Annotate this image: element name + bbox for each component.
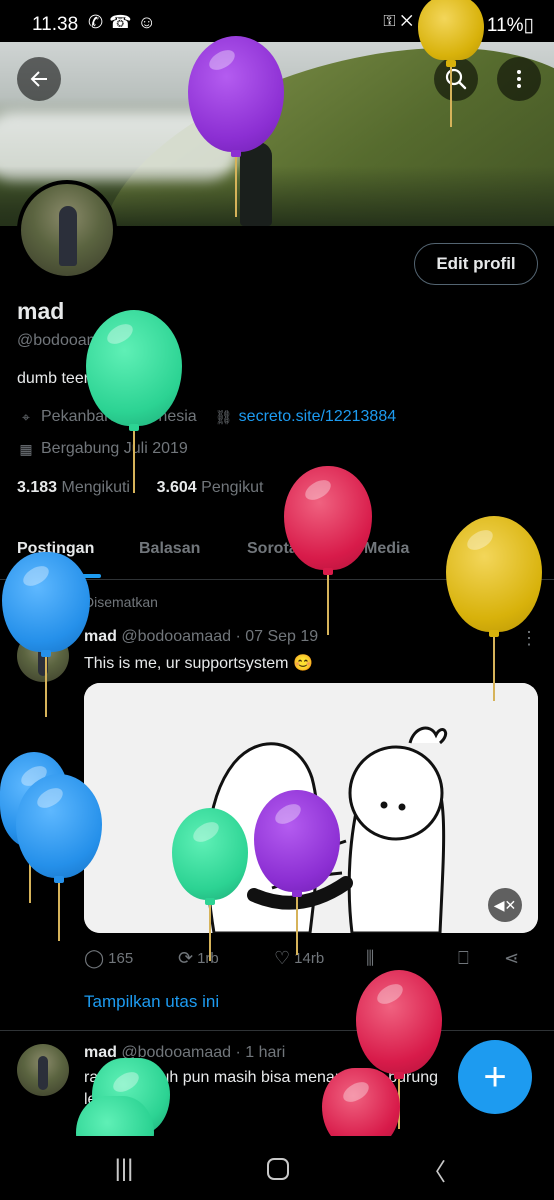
- profile-meta-location-row: ⌖ Pekanbaru, Indonesia ⛓ secreto.site/12…: [17, 408, 396, 426]
- status-right-icons: ⚿✕▮⇅▮: [383, 13, 470, 31]
- follow-stats: 3.183 Mengikuti 3.604 Pengikut: [17, 479, 263, 497]
- profile-website-link[interactable]: secreto.site/12213884: [239, 408, 396, 426]
- more-vertical-icon: [517, 70, 521, 88]
- reply-icon: ◯: [84, 948, 105, 968]
- second-post-text-line1: ranting rapuh pun masih bisa menampung b…: [84, 1069, 439, 1086]
- signal-icon: ▮: [452, 13, 470, 30]
- system-navigation-bar: ||| 〈: [0, 1136, 554, 1200]
- share-icon: ⋖: [504, 948, 520, 968]
- post-more-button[interactable]: ⋮: [520, 628, 538, 649]
- followers-link[interactable]: 3.604 Pengikut: [157, 479, 264, 496]
- post-media-video[interactable]: [84, 683, 538, 933]
- missed-call-icon: ☎: [109, 12, 138, 32]
- second-post-text-line2: lelah: [84, 1091, 118, 1108]
- profile-location: Pekanbaru, Indonesia: [41, 408, 197, 425]
- chevron-left-icon: 〈: [422, 1158, 446, 1186]
- system-back-button[interactable]: 〈: [414, 1154, 454, 1186]
- arrow-left-icon: [30, 71, 47, 87]
- profile-display-name: mad: [17, 298, 65, 324]
- pinned-post-text: This is me, ur supportsystem 😊: [84, 655, 313, 672]
- profile-bio: dumb teen boi.: [17, 370, 123, 387]
- mute-icon: ✕: [400, 13, 418, 30]
- avatar-figure: [38, 1056, 48, 1090]
- repost-button[interactable]: ⟳ 1rb: [178, 948, 219, 969]
- profile-handle: @bodooamaad: [17, 332, 127, 349]
- second-post-avatar[interactable]: [17, 1044, 69, 1096]
- like-button[interactable]: ♡ 14rb: [274, 948, 324, 969]
- video-illustration: [84, 683, 538, 933]
- post-author-handle[interactable]: @bodooamaad: [121, 628, 231, 645]
- tab-media[interactable]: Media: [364, 540, 409, 558]
- status-time: 11.38: [32, 14, 79, 35]
- search-button[interactable]: [434, 57, 478, 101]
- bookmark-button[interactable]: ⎕: [458, 948, 473, 969]
- speaker-muted-icon: ◀✕: [493, 896, 517, 913]
- repost-count: 1rb: [197, 950, 219, 967]
- profile-tabs: Postingan Balasan Sorotan Media Suka: [0, 528, 554, 580]
- banner-person: [240, 142, 272, 226]
- search-icon: [445, 68, 467, 90]
- pin-icon: 📌: [59, 594, 76, 609]
- signal-icon: ▮: [417, 13, 435, 30]
- link-icon: ⛓: [214, 408, 233, 425]
- edit-profile-button[interactable]: Edit profil: [414, 243, 538, 285]
- profile-meta-joined-row: ▦ Bergabung Juli 2019: [17, 440, 188, 458]
- post-author-name[interactable]: mad: [84, 628, 117, 645]
- following-link[interactable]: 3.183 Mengikuti: [17, 479, 130, 496]
- recents-icon: |||: [114, 1155, 134, 1182]
- tab-sorotan[interactable]: Sorotan: [247, 540, 307, 558]
- post-date: · 1 hari: [235, 1044, 286, 1061]
- reply-button[interactable]: ◯ 165: [84, 948, 133, 969]
- mute-toggle-button[interactable]: ◀✕: [488, 888, 522, 922]
- second-post-header: mad @bodooamaad · 1 hari: [84, 1044, 285, 1062]
- active-tab-indicator: [17, 574, 101, 578]
- tab-postingan[interactable]: Postingan: [17, 540, 94, 558]
- like-count: 14rb: [294, 950, 325, 967]
- post-divider: [0, 1030, 554, 1031]
- status-left-icons: ✆☎☺: [88, 12, 162, 33]
- avatar-figure: [59, 206, 77, 266]
- network-4g-icon: ⇅: [435, 13, 453, 30]
- profile-joined-date: Bergabung Juli 2019: [41, 440, 188, 457]
- home-button[interactable]: [258, 1154, 298, 1184]
- post-author-handle[interactable]: @bodooamaad: [121, 1044, 231, 1061]
- repost-icon: ⟳: [178, 948, 194, 968]
- avatar-figure: [38, 642, 48, 676]
- reply-count: 165: [108, 950, 134, 967]
- recents-button[interactable]: |||: [104, 1154, 144, 1184]
- profile-avatar[interactable]: [17, 180, 117, 280]
- location-pin-icon: ⌖: [22, 408, 30, 425]
- balloon-blue-small: [0, 752, 68, 903]
- tab-suka[interactable]: Suka: [478, 540, 516, 558]
- pinned-post-avatar[interactable]: [17, 630, 69, 682]
- bookmark-icon: ⎕: [458, 948, 469, 968]
- pinned-post-header: mad @bodooamaad · 07 Sep 19: [84, 628, 318, 646]
- key-icon: ⚿: [383, 13, 401, 30]
- pinned-label: Disematkan: [84, 594, 158, 610]
- battery-level: 11%▯: [486, 15, 534, 36]
- post-date: · 07 Sep 19: [235, 628, 319, 645]
- views-button[interactable]: ⫼: [366, 948, 378, 969]
- back-button[interactable]: [17, 57, 61, 101]
- more-options-button[interactable]: [497, 57, 541, 101]
- post-author-name[interactable]: mad: [84, 1044, 117, 1061]
- bot-icon: ☺: [137, 12, 162, 32]
- post-actions: ◯ 165 ⟳ 1rb ♡ 14rb ⫼ ⎕ ⋖: [84, 948, 538, 976]
- show-thread-link[interactable]: Tampilkan utas ini: [84, 992, 219, 1012]
- calendar-icon: ▦: [19, 440, 33, 457]
- heart-icon: ♡: [274, 948, 291, 968]
- home-icon: [267, 1158, 289, 1180]
- compose-post-button[interactable]: +: [458, 1040, 532, 1114]
- pinned-indicator: 📌 Disematkan: [40, 594, 158, 610]
- status-bar: 11.38 ✆☎☺ ⚿✕▮⇅▮ 11%▯: [0, 0, 554, 42]
- wifi-call-icon: ✆: [88, 12, 110, 32]
- bar-chart-icon: ⫼: [366, 948, 375, 968]
- share-button[interactable]: ⋖: [504, 948, 523, 969]
- tab-balasan[interactable]: Balasan: [139, 540, 200, 558]
- battery-icon: ▯: [523, 15, 534, 36]
